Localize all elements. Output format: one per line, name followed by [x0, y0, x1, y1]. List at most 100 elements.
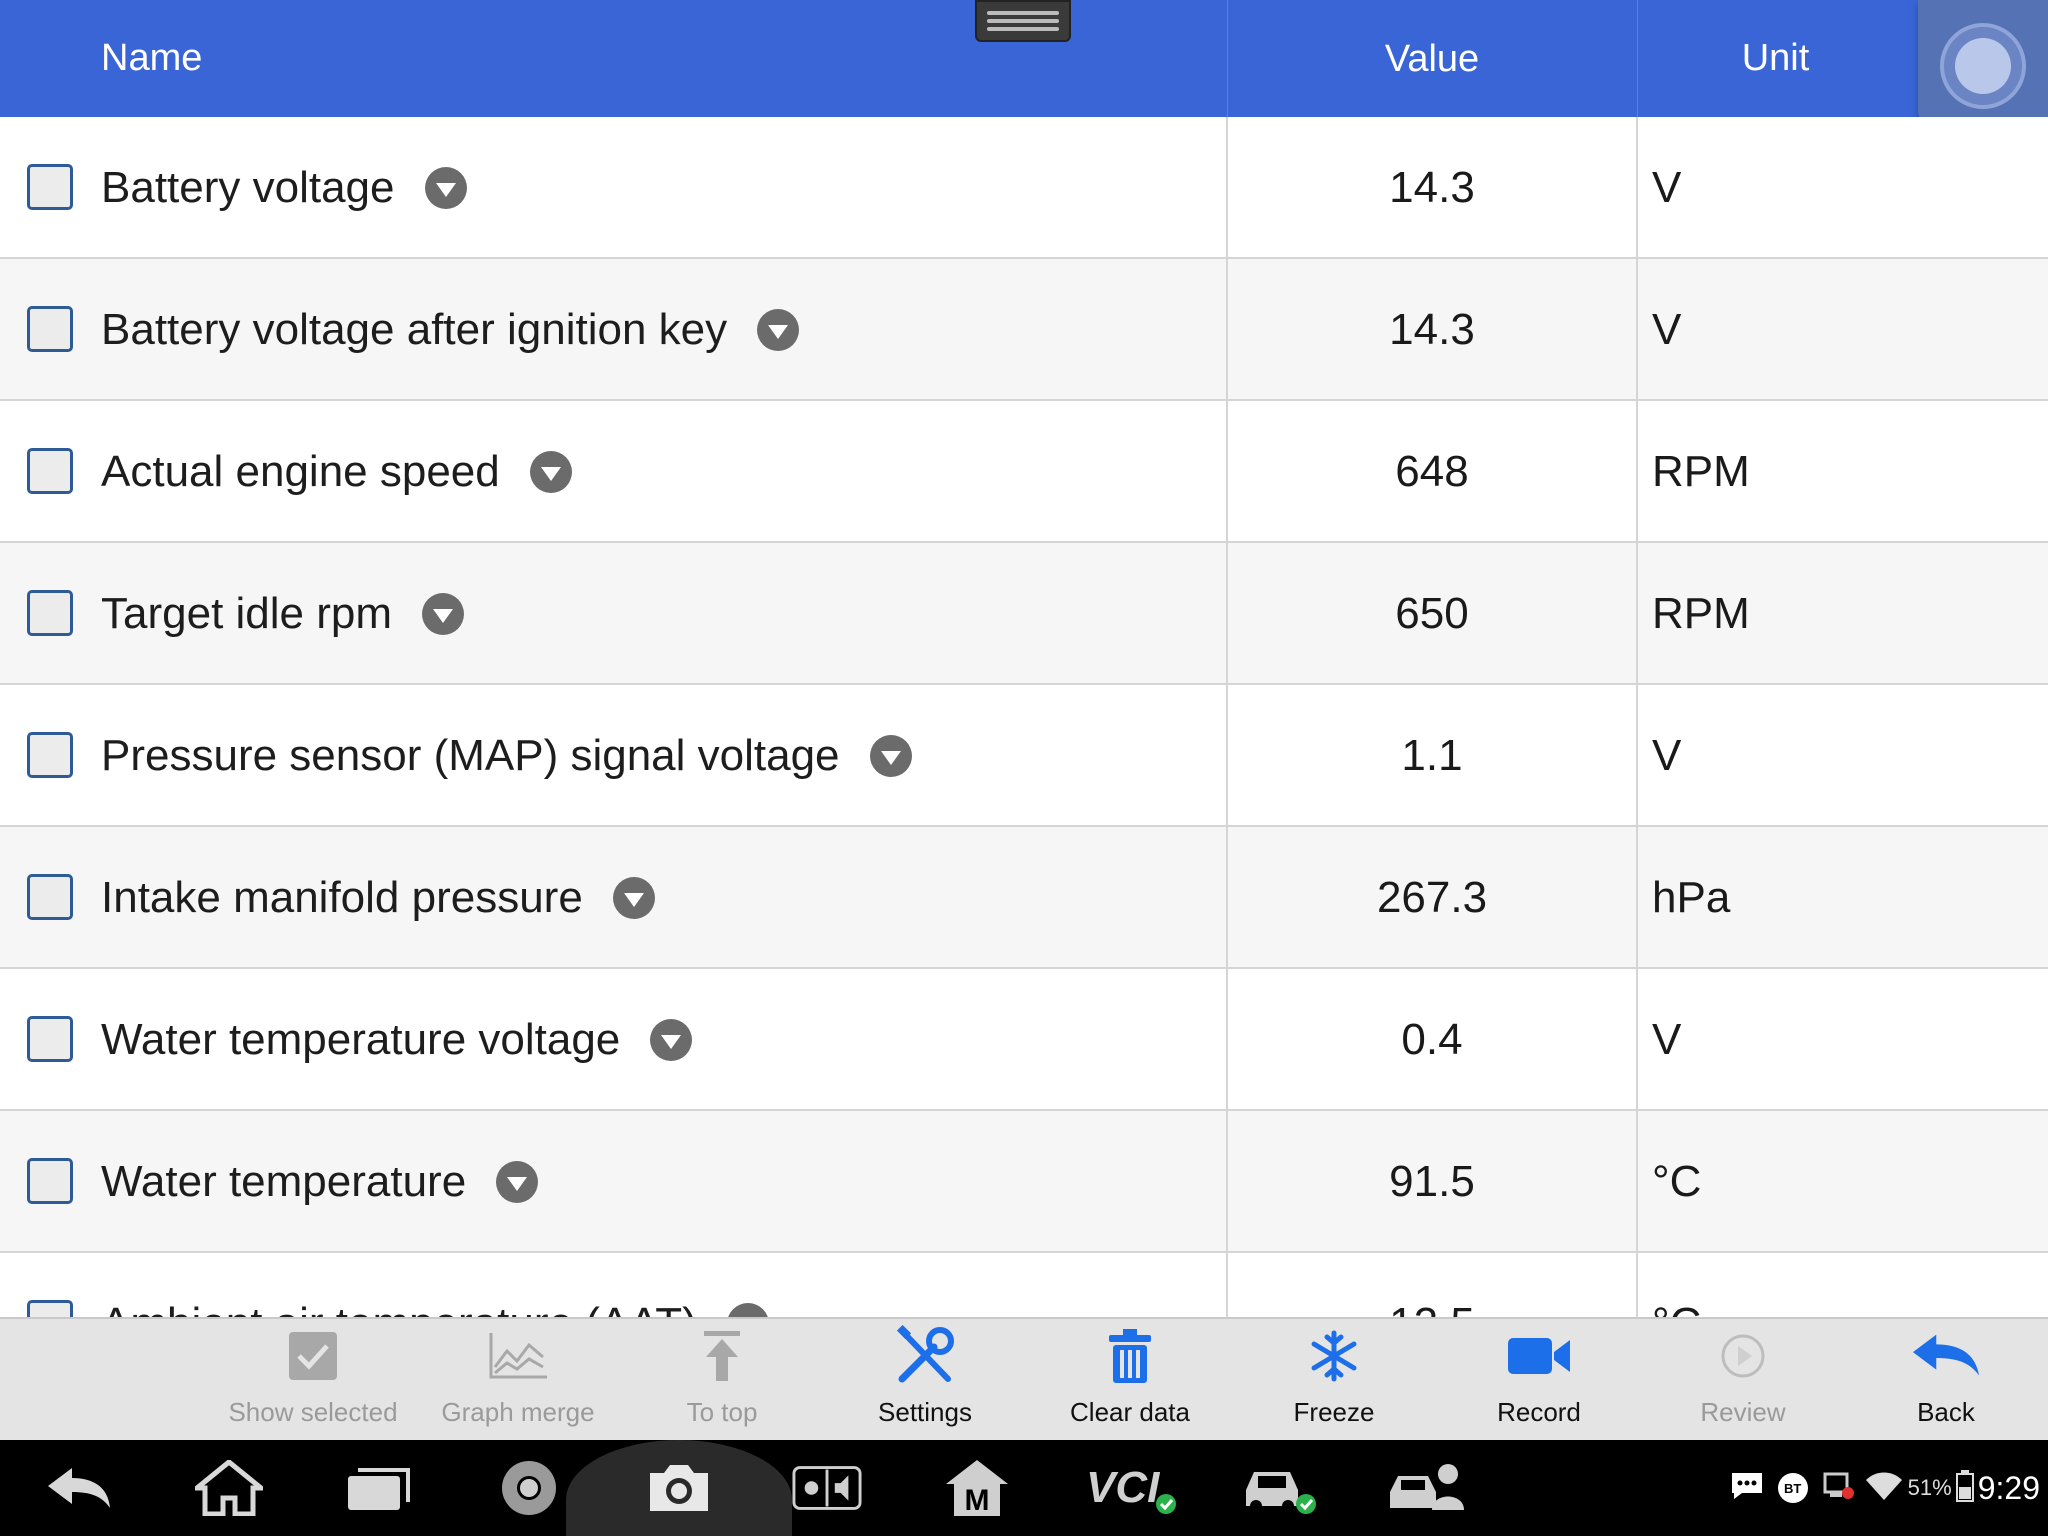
table-row: Battery voltage 14.3 V	[0, 117, 2048, 259]
row-value: 650	[1395, 589, 1469, 638]
table-row: Pressure sensor (MAP) signal voltage 1.1…	[0, 685, 2048, 827]
graph-merge-button[interactable]: Graph merge	[416, 1319, 620, 1442]
row-name: Water temperature	[101, 1157, 467, 1206]
row-value: 91.5	[1389, 1157, 1475, 1206]
freeze-button[interactable]: Freeze	[1232, 1319, 1436, 1442]
system-nav-bar: M VCI BT 51% 9:29	[0, 1440, 2048, 1536]
row-unit: RPM	[1652, 447, 1750, 496]
arrow-to-top-icon	[687, 1325, 757, 1387]
data-stream-list[interactable]: Battery voltage 14.3 V Battery voltage a…	[0, 117, 2048, 1317]
settings-button[interactable]: Settings	[823, 1319, 1027, 1442]
row-value: 267.3	[1376, 873, 1488, 922]
row-name: Intake manifold pressure	[101, 873, 583, 922]
vci-icon[interactable]: VCI	[1084, 1458, 1180, 1518]
message-icon	[1730, 1471, 1764, 1506]
row-checkbox[interactable]	[27, 874, 73, 920]
graph-merge-label: Graph merge	[441, 1397, 595, 1427]
back-button[interactable]: Back	[1844, 1319, 2048, 1442]
back-label: Back	[1917, 1397, 1975, 1427]
row-checkbox[interactable]	[27, 306, 73, 352]
to-top-label: To top	[686, 1397, 758, 1427]
bottom-toolbar: Show selected Graph merge To top Setting…	[0, 1317, 2048, 1440]
row-unit: hPa	[1652, 873, 1731, 922]
trash-icon	[1095, 1325, 1165, 1387]
table-row: Target idle rpm 650 RPM	[0, 543, 2048, 685]
svg-text:VCI: VCI	[1086, 1463, 1160, 1512]
chrome-icon[interactable]	[494, 1458, 564, 1518]
expand-dropdown-icon[interactable]	[726, 1303, 769, 1317]
clock: 9:29	[1977, 1469, 2040, 1506]
record-label: Record	[1497, 1397, 1581, 1427]
back-arrow-icon	[1911, 1325, 1981, 1387]
expand-dropdown-icon[interactable]	[424, 167, 467, 209]
m-icon[interactable]: M	[942, 1458, 1012, 1518]
row-name: Battery voltage	[101, 163, 395, 212]
row-name: Battery voltage after ignition key	[101, 305, 728, 354]
expand-dropdown-icon[interactable]	[496, 1161, 539, 1203]
expand-dropdown-icon[interactable]	[529, 451, 572, 493]
row-checkbox[interactable]	[27, 590, 73, 636]
wifi-icon	[1864, 1470, 1904, 1507]
row-checkbox[interactable]	[27, 1300, 73, 1317]
expand-dropdown-icon[interactable]	[422, 593, 465, 635]
clear-data-label: Clear data	[1070, 1397, 1190, 1427]
graph-icon	[483, 1325, 553, 1387]
svg-text:M: M	[965, 1484, 990, 1517]
no-sim-icon	[1822, 1471, 1856, 1506]
back-icon[interactable]	[44, 1458, 114, 1518]
expand-dropdown-icon[interactable]	[757, 309, 800, 351]
brightness-volume-icon[interactable]	[792, 1458, 862, 1518]
table-row: Actual engine speed 648 RPM	[0, 401, 2048, 543]
row-name: Pressure sensor (MAP) signal voltage	[101, 731, 840, 780]
bluetooth-icon: BT	[1777, 1473, 1808, 1503]
car-check-icon[interactable]	[1240, 1458, 1320, 1518]
table-row: Ambient air temperature (AAT) 12.5 °C	[0, 1253, 2048, 1317]
row-checkbox[interactable]	[27, 732, 73, 778]
snowflake-icon	[1299, 1325, 1369, 1387]
table-row: Battery voltage after ignition key 14.3 …	[0, 259, 2048, 401]
row-checkbox[interactable]	[27, 1158, 73, 1204]
expand-dropdown-icon[interactable]	[869, 735, 912, 777]
row-name: Target idle rpm	[101, 589, 393, 638]
row-checkbox[interactable]	[27, 164, 73, 210]
row-unit: V	[1652, 163, 1682, 212]
home-icon[interactable]	[194, 1458, 264, 1518]
row-unit: °C	[1652, 1157, 1702, 1206]
to-top-button[interactable]: To top	[620, 1319, 824, 1442]
show-selected-label: Show selected	[228, 1397, 398, 1427]
row-value: 14.3	[1389, 305, 1475, 354]
live-data-screen: Name Value Unit Battery voltage 14.3 V B…	[0, 0, 2048, 1536]
battery-percent: 51%	[1907, 1475, 1952, 1500]
row-value: 14.3	[1389, 163, 1475, 212]
expand-dropdown-icon[interactable]	[612, 877, 655, 919]
status-area: BT 51% 9:29	[1730, 1440, 2040, 1536]
row-unit: V	[1652, 305, 1682, 354]
wrench-screwdriver-icon	[890, 1325, 960, 1387]
checkmark-box-icon	[278, 1325, 348, 1387]
row-value: 0.4	[1401, 1015, 1463, 1064]
expand-dropdown-icon[interactable]	[650, 1019, 693, 1061]
clear-data-button[interactable]: Clear data	[1028, 1319, 1232, 1442]
record-button[interactable]: Record	[1437, 1319, 1641, 1442]
header-value: Value	[1227, 0, 1636, 117]
video-camera-icon	[1504, 1325, 1574, 1387]
show-selected-button[interactable]: Show selected	[211, 1319, 415, 1442]
drag-handle-icon[interactable]	[975, 0, 1071, 42]
car-technician-icon[interactable]	[1386, 1458, 1470, 1518]
row-checkbox[interactable]	[27, 1016, 73, 1062]
row-checkbox[interactable]	[27, 448, 73, 494]
row-unit: V	[1652, 1015, 1682, 1064]
row-value: 12.5	[1228, 1253, 1636, 1317]
table-row: Intake manifold pressure 267.3 hPa	[0, 827, 2048, 969]
play-circle-icon	[1708, 1325, 1778, 1387]
recents-icon[interactable]	[344, 1458, 414, 1518]
floating-assist-button[interactable]	[1918, 0, 2048, 128]
row-unit: RPM	[1652, 589, 1750, 638]
row-unit: V	[1652, 731, 1682, 780]
table-header: Name Value Unit	[0, 0, 2048, 128]
freeze-label: Freeze	[1293, 1397, 1375, 1427]
table-row: Water temperature 91.5 °C	[0, 1111, 2048, 1253]
review-button[interactable]: Review	[1641, 1319, 1845, 1442]
floating-circle-icon	[1940, 23, 2026, 109]
camera-icon[interactable]	[644, 1458, 714, 1518]
